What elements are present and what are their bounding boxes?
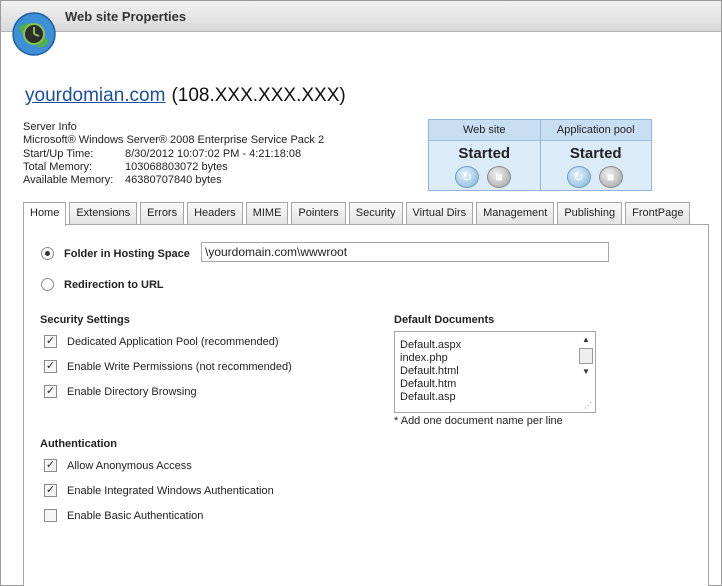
server-info-heading: Server Info xyxy=(23,121,77,133)
domain-link[interactable]: yourdomian.com xyxy=(25,85,165,106)
basic-auth-label: Enable Basic Authentication xyxy=(67,509,204,522)
tab-strip: Home Extensions Errors Headers MIME Poin… xyxy=(23,202,693,226)
vertical-scrollbar[interactable]: ▲ ▼ xyxy=(579,335,593,392)
tab-pointers[interactable]: Pointers xyxy=(291,202,346,224)
website-stop-icon[interactable]: ■ xyxy=(487,166,511,188)
tab-virtual-dirs[interactable]: Virtual Dirs xyxy=(405,202,474,224)
title-bar: Web site Properties xyxy=(1,1,721,32)
tab-security[interactable]: Security xyxy=(348,202,403,224)
default-documents-textarea[interactable]: Default.aspx index.php Default.html Defa… xyxy=(394,331,596,413)
scroll-up-icon[interactable]: ▲ xyxy=(579,335,593,345)
windows-auth-label: Enable Integrated Windows Authentication xyxy=(67,484,274,497)
folder-label: Folder in Hosting Space xyxy=(64,247,190,260)
directory-browsing-label: Enable Directory Browsing xyxy=(67,385,197,398)
globe-clock-icon xyxy=(12,12,56,56)
redirect-option[interactable]: Redirection to URL xyxy=(41,278,164,291)
status-panel: Web site Started ↻ ■ Application pool St… xyxy=(428,119,652,191)
security-check-row[interactable]: ✓ Enable Directory Browsing xyxy=(44,385,197,398)
site-heading: yourdomian.com (108.XXX.XXX.XXX) xyxy=(25,85,346,107)
write-permissions-checkbox[interactable]: ✓ xyxy=(44,360,57,373)
folder-option[interactable]: Folder in Hosting Space xyxy=(41,247,190,260)
website-status-label: Web site xyxy=(429,120,540,141)
total-memory-label: Total Memory: xyxy=(23,160,93,173)
default-documents-note: * Add one document name per line xyxy=(394,415,563,427)
server-info-row: Total Memory: 103068803072 bytes xyxy=(23,161,324,174)
server-info-row: Start/Up Time: 8/30/2012 10:07:02 PM - 4… xyxy=(23,148,324,161)
start-time-value: 8/30/2012 10:07:02 PM - 4:21:18:08 xyxy=(125,147,302,160)
server-os: Microsoft® Windows Server® 2008 Enterpri… xyxy=(23,134,325,147)
tab-extensions[interactable]: Extensions xyxy=(69,202,138,224)
dedicated-pool-checkbox[interactable]: ✓ xyxy=(44,335,57,348)
ip-address: (108.XXX.XXX.XXX) xyxy=(171,85,346,106)
folder-path-input[interactable]: \yourdomain.com\wwwroot xyxy=(201,242,609,262)
apppool-stop-icon[interactable]: ■ xyxy=(598,166,623,188)
tab-publishing[interactable]: Publishing xyxy=(557,202,623,224)
auth-check-row[interactable]: Enable Basic Authentication xyxy=(44,509,203,522)
anonymous-access-checkbox[interactable]: ✓ xyxy=(44,459,57,472)
windows-auth-checkbox[interactable]: ✓ xyxy=(44,484,57,497)
basic-auth-checkbox[interactable] xyxy=(44,509,57,522)
website-status: Web site Started ↻ ■ xyxy=(429,120,541,190)
apppool-status-label: Application pool xyxy=(540,120,651,141)
available-memory-label: Available Memory: xyxy=(23,174,114,187)
total-memory-value: 103068803072 bytes xyxy=(125,160,228,173)
folder-radio[interactable] xyxy=(41,247,54,260)
directory-browsing-checkbox[interactable]: ✓ xyxy=(44,385,57,398)
default-documents-heading: Default Documents xyxy=(394,314,495,326)
tab-mime[interactable]: MIME xyxy=(245,202,289,224)
security-check-row[interactable]: ✓ Enable Write Permissions (not recommen… xyxy=(44,360,292,373)
server-info: Server Info Microsoft® Windows Server® 2… xyxy=(23,121,324,187)
redirect-label: Redirection to URL xyxy=(64,278,164,291)
list-item: Default.aspx xyxy=(400,339,462,351)
scroll-down-icon[interactable]: ▼ xyxy=(579,367,593,377)
security-settings-heading: Security Settings xyxy=(40,314,130,326)
auth-check-row[interactable]: ✓ Enable Integrated Windows Authenticati… xyxy=(44,484,274,497)
resize-grip-icon[interactable]: ⋰ xyxy=(584,401,592,410)
dedicated-pool-label: Dedicated Application Pool (recommended) xyxy=(67,335,279,348)
website-refresh-icon[interactable]: ↻ xyxy=(455,166,479,188)
apppool-status: Application pool Started ↻ ■ xyxy=(540,120,651,190)
server-info-row: Available Memory: 46380707840 bytes xyxy=(23,174,324,187)
apppool-status-value: Started xyxy=(569,145,622,162)
apppool-refresh-icon[interactable]: ↻ xyxy=(566,166,591,188)
auth-check-row[interactable]: ✓ Allow Anonymous Access xyxy=(44,459,192,472)
list-item: Default.htm xyxy=(400,378,457,390)
website-status-value: Started xyxy=(458,145,511,162)
tab-home[interactable]: Home xyxy=(23,202,67,226)
list-item: Default.asp xyxy=(400,391,456,403)
security-check-row[interactable]: ✓ Dedicated Application Pool (recommende… xyxy=(44,335,279,348)
scroll-thumb[interactable] xyxy=(579,348,593,364)
write-permissions-label: Enable Write Permissions (not recommende… xyxy=(67,360,292,373)
tab-errors[interactable]: Errors xyxy=(140,202,185,224)
redirect-radio[interactable] xyxy=(41,278,54,291)
authentication-heading: Authentication xyxy=(40,438,117,450)
tab-management[interactable]: Management xyxy=(476,202,555,224)
tab-headers[interactable]: Headers xyxy=(187,202,243,224)
available-memory-value: 46380707840 bytes xyxy=(125,174,222,187)
tab-frontpage[interactable]: FrontPage xyxy=(625,202,691,224)
window-title: Web site Properties xyxy=(65,9,187,24)
properties-window: Web site Properties yourdomian.com (108.X… xyxy=(0,0,722,586)
list-item: Default.html xyxy=(400,365,459,377)
anonymous-access-label: Allow Anonymous Access xyxy=(67,459,192,472)
start-time-label: Start/Up Time: xyxy=(23,147,94,160)
list-item: index.php xyxy=(400,352,448,364)
